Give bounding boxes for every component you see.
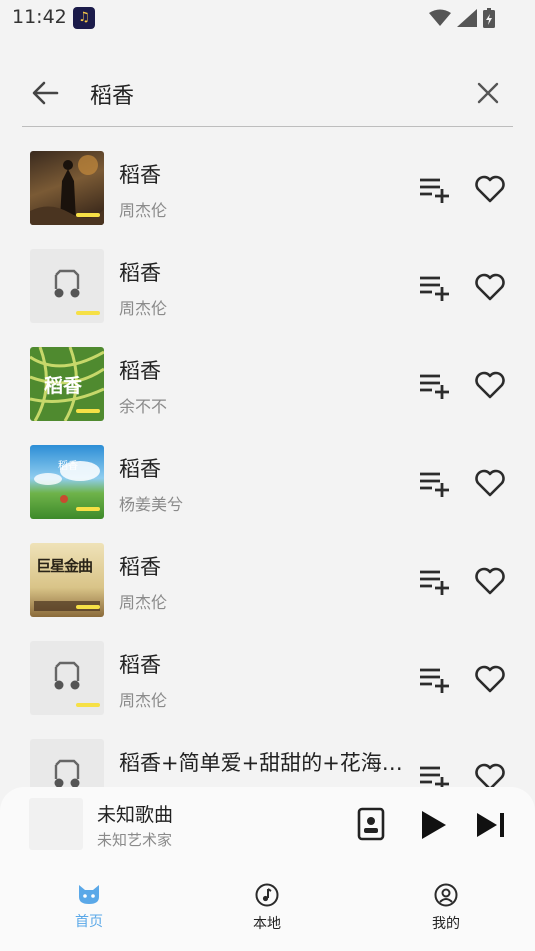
song-artist: 余不不 — [119, 397, 168, 416]
profile-icon — [434, 883, 458, 907]
player-cover — [29, 798, 83, 850]
search-bar: 稻香 — [22, 62, 513, 127]
nav-label-mine: 我的 — [432, 916, 460, 932]
quality-badge — [76, 703, 100, 707]
add-to-playlist-icon[interactable] — [418, 763, 452, 787]
song-title: 稻香 — [119, 555, 161, 579]
song-row[interactable]: 稻香 周杰伦 — [0, 235, 535, 333]
nav-label-local: 本地 — [253, 916, 281, 932]
song-artist: 杨姜美兮 — [119, 495, 184, 514]
mini-player[interactable]: 未知歌曲 未知艺术家 — [0, 787, 535, 863]
song-artist: 周杰伦 — [119, 299, 168, 318]
clear-search-icon[interactable] — [473, 78, 503, 108]
play-icon[interactable] — [418, 809, 448, 841]
favorite-heart-icon[interactable] — [474, 663, 506, 695]
album-cover-placeholder — [30, 641, 104, 715]
wifi-icon — [429, 9, 451, 26]
favorite-heart-icon[interactable] — [474, 271, 506, 303]
add-to-playlist-icon[interactable] — [418, 175, 452, 203]
add-to-playlist-icon[interactable] — [418, 567, 452, 595]
favorite-heart-icon[interactable] — [474, 761, 506, 787]
search-input[interactable]: 稻香 — [90, 78, 134, 110]
song-list: 稻香 周杰伦 稻香 周杰伦 稻香 稻香 余不不 稻香 稻香 杨姜美兮 巨星金曲 … — [0, 137, 535, 787]
favorite-heart-icon[interactable] — [474, 369, 506, 401]
status-bar: 11:42 ♫ — [0, 0, 535, 36]
album-cover — [30, 151, 104, 225]
favorite-heart-icon[interactable] — [474, 467, 506, 499]
song-artist: 周杰伦 — [119, 201, 168, 220]
bottom-nav: 首页 本地 我的 — [0, 863, 535, 951]
skip-next-icon[interactable] — [475, 811, 507, 839]
nav-item-home[interactable]: 首页 — [44, 883, 134, 931]
song-row[interactable]: 稻香 周杰伦 — [0, 627, 535, 725]
cover-text: 稻香 — [58, 461, 78, 472]
quality-badge — [76, 605, 100, 609]
back-arrow-icon[interactable] — [30, 78, 60, 108]
album-cover-placeholder — [30, 739, 104, 787]
quality-badge — [76, 311, 100, 315]
song-row[interactable]: 稻香 稻香 杨姜美兮 — [0, 431, 535, 529]
player-artist: 未知艺术家 — [97, 831, 173, 849]
add-to-playlist-icon[interactable] — [418, 665, 452, 693]
quality-badge — [76, 409, 100, 413]
quality-badge — [76, 507, 100, 511]
nav-item-local[interactable]: 本地 — [222, 883, 312, 933]
song-row[interactable]: 稻香 稻香 余不不 — [0, 333, 535, 431]
song-artist: 周杰伦 — [119, 691, 168, 710]
song-artist: 周杰伦 — [119, 593, 168, 612]
add-to-playlist-icon[interactable] — [418, 469, 452, 497]
song-row[interactable]: 稻香+简单爱+甜甜的+花海+晴天+七里香 — [0, 725, 535, 787]
song-title: 稻香 — [119, 653, 161, 677]
favorite-heart-icon[interactable] — [474, 565, 506, 597]
song-row[interactable]: 巨星金曲 稻香 周杰伦 — [0, 529, 535, 627]
app-notification-icon: ♫ — [73, 7, 95, 29]
album-cover: 稻香 — [30, 347, 104, 421]
song-title: 稻香 — [119, 261, 161, 285]
music-note-icon — [255, 883, 279, 907]
add-to-playlist-icon[interactable] — [418, 273, 452, 301]
song-title: 稻香 — [119, 359, 161, 383]
song-title: 稻香 — [119, 457, 161, 481]
status-icons — [429, 8, 495, 28]
cat-music-icon — [54, 759, 80, 787]
song-title: 稻香+简单爱+甜甜的+花海+晴天+七里香 — [119, 751, 409, 775]
player-song-title: 未知歌曲 — [97, 804, 174, 826]
cover-text: 稻香 — [44, 375, 83, 397]
quality-badge — [76, 213, 100, 217]
song-title: 稻香 — [119, 163, 161, 187]
status-time: 11:42 — [12, 6, 67, 28]
cat-icon — [79, 885, 99, 904]
album-cover: 稻香 — [30, 445, 104, 519]
nav-label-home: 首页 — [75, 914, 103, 930]
signal-icon — [457, 9, 477, 27]
battery-icon — [483, 8, 495, 28]
song-row[interactable]: 稻香 周杰伦 — [0, 137, 535, 235]
playlist-queue-icon[interactable] — [356, 807, 386, 841]
album-cover-placeholder — [30, 249, 104, 323]
nav-item-mine[interactable]: 我的 — [401, 883, 491, 933]
album-cover: 巨星金曲 — [30, 543, 104, 617]
favorite-heart-icon[interactable] — [474, 173, 506, 205]
add-to-playlist-icon[interactable] — [418, 371, 452, 399]
